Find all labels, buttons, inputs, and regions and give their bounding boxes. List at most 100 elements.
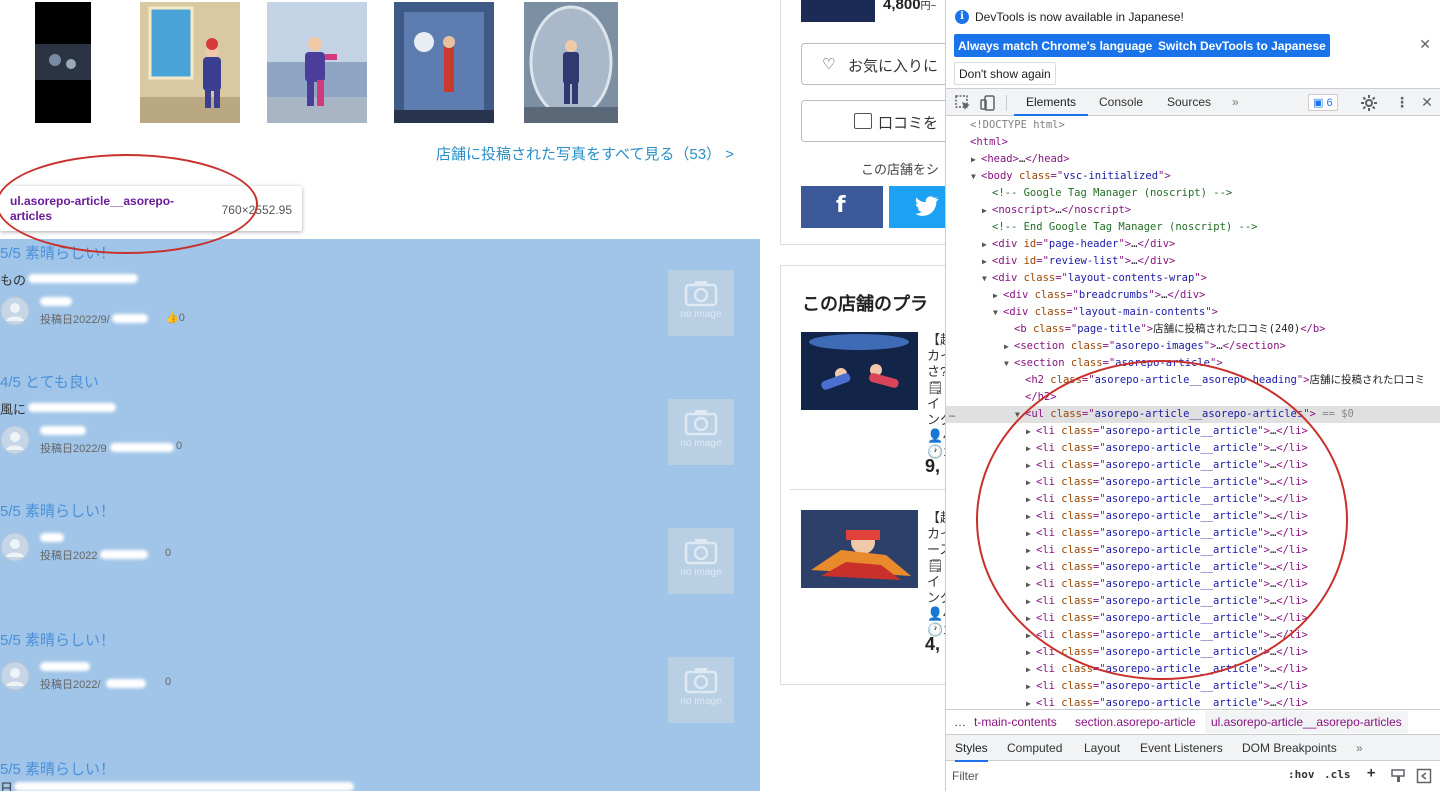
- tab-layout[interactable]: Layout: [1084, 741, 1120, 755]
- dom-node-line[interactable]: <!-- Google Tag Manager (noscript) -->: [946, 185, 1440, 202]
- dom-node-line[interactable]: ▼ <div class="layout-main-contents">: [946, 304, 1440, 321]
- dom-token-val: breadcrumbs: [1078, 289, 1149, 301]
- review-rating[interactable]: 5/5 素晴らしい！: [0, 629, 115, 650]
- dom-node-line[interactable]: ▼ <body class="vsc-initialized">: [946, 168, 1440, 185]
- dom-node-line[interactable]: ▶ <div id="page-header">…</div>: [946, 236, 1440, 253]
- dom-node-line[interactable]: <!-- End Google Tag Manager (noscript) -…: [946, 219, 1440, 236]
- tab-event-listeners[interactable]: Event Listeners: [1140, 741, 1223, 755]
- collapse-triangle-icon[interactable]: ▼: [982, 270, 992, 287]
- dom-node-line[interactable]: ▼ <div class="layout-contents-wrap">: [946, 270, 1440, 287]
- review-rating[interactable]: 5/5 素晴らしい！: [0, 758, 115, 779]
- message-icon: ▣: [1313, 97, 1327, 109]
- plan-2-text[interactable]: 【超カイース🗒イング👤4🕐1: [927, 510, 945, 638]
- plan-thumbnail-1[interactable]: [801, 332, 918, 410]
- review-rating[interactable]: 4/5 とても良い: [0, 371, 99, 392]
- expand-triangle-icon[interactable]: ▶: [982, 253, 992, 270]
- breadcrumb-section[interactable]: section.asorepo-article: [1075, 715, 1196, 729]
- switch-to-japanese-button[interactable]: Switch DevTools to Japanese: [1154, 34, 1330, 57]
- see-all-photos-link[interactable]: 店舗に投稿された写真をすべて見る（53） >: [436, 143, 734, 164]
- tab-computed[interactable]: Computed: [1007, 741, 1062, 755]
- collapse-triangle-icon[interactable]: ▼: [971, 168, 981, 185]
- close-devtools-icon[interactable]: ✕: [1418, 94, 1436, 112]
- gear-icon[interactable]: [1360, 94, 1378, 112]
- dom-token-tag: </section>: [1222, 340, 1286, 352]
- facebook-share-button[interactable]: f: [801, 186, 883, 228]
- more-panes-icon[interactable]: »: [1356, 741, 1363, 755]
- expand-triangle-icon[interactable]: ▶: [1026, 661, 1036, 678]
- tab-sources[interactable]: Sources: [1167, 89, 1211, 116]
- dom-node-line[interactable]: <b class="page-title">店舗に投稿された口コミ(240)</…: [946, 321, 1440, 338]
- plan-thumbnail-2[interactable]: [801, 510, 918, 588]
- dom-node-line[interactable]: ▶ <li class="asorepo-article__article">…<…: [946, 678, 1440, 695]
- paint-brush-icon[interactable]: [1390, 768, 1406, 784]
- photo-thumbnail-3[interactable]: [267, 2, 367, 123]
- close-icon[interactable]: ✕: [1419, 36, 1431, 53]
- node-actions-icon[interactable]: …: [949, 406, 955, 423]
- dom-token-tag: ">: [1296, 374, 1310, 386]
- tab-elements[interactable]: Elements: [1014, 89, 1089, 116]
- dom-node-line[interactable]: <html>: [946, 134, 1440, 151]
- more-options-icon[interactable]: ⋮: [1393, 94, 1411, 112]
- breadcrumb-main-contents[interactable]: t-main-contents: [974, 715, 1057, 729]
- plan-2-price: 4,: [925, 634, 941, 654]
- like-count[interactable]: 0: [165, 547, 171, 559]
- language-infobar: i DevTools is now available in Japanese!…: [946, 0, 1440, 89]
- dom-node-line[interactable]: ▶ <noscript>…</noscript>: [946, 202, 1440, 219]
- dom-node-line[interactable]: ▶ <div class="breadcrumbs">…</div>: [946, 287, 1440, 304]
- tab-dom-breakpoints[interactable]: DOM Breakpoints: [1242, 741, 1337, 755]
- expand-triangle-icon[interactable]: ▶: [982, 202, 992, 219]
- dom-token-tag: =": [1092, 680, 1106, 692]
- photo-thumbnail-1[interactable]: [35, 2, 91, 123]
- always-match-language-button[interactable]: Always match Chrome's language: [954, 34, 1157, 57]
- photo-thumbnail-2[interactable]: [140, 2, 240, 123]
- breadcrumb-ul-current[interactable]: ul.asorepo-article__asorepo-articles: [1205, 711, 1408, 733]
- class-toggle[interactable]: .cls: [1324, 768, 1351, 781]
- photo-thumbnail-4[interactable]: [394, 2, 494, 123]
- like-count[interactable]: 👍0: [165, 311, 185, 324]
- plan-1-text[interactable]: 【超カイさ?🗒イング👤4🕐1: [927, 332, 945, 460]
- favorite-button[interactable]: ♡ お気に入りに: [801, 43, 945, 85]
- dom-node-line[interactable]: ▶ <section class="asorepo-images">…</sect…: [946, 338, 1440, 355]
- dom-node-line[interactable]: ▶ <div id="review-list">…</div>: [946, 253, 1440, 270]
- expand-triangle-icon[interactable]: ▶: [1004, 338, 1014, 355]
- tab-styles[interactable]: Styles: [955, 741, 988, 762]
- device-toolbar-icon[interactable]: [979, 94, 997, 112]
- dom-node-line[interactable]: ▶ <li class="asorepo-article__article">…<…: [946, 695, 1440, 707]
- plan-list-box: [780, 265, 945, 685]
- expand-triangle-icon[interactable]: ▶: [1026, 678, 1036, 695]
- breadcrumb-overflow[interactable]: …: [954, 715, 966, 729]
- twitter-share-button[interactable]: [889, 186, 945, 228]
- photo-thumbnail-5[interactable]: [524, 2, 618, 123]
- like-count[interactable]: 0: [165, 676, 171, 688]
- redaction: [40, 297, 72, 306]
- dom-token-tag: ">: [1257, 697, 1270, 707]
- dom-token-comment: <!-- Google Tag Manager (noscript) -->: [992, 187, 1233, 199]
- dom-token-tag: ">: [1118, 255, 1132, 267]
- dom-token-tag: =": [1066, 306, 1079, 318]
- dom-token-tag: </b>: [1300, 323, 1326, 335]
- dom-token-tag: <div: [1003, 289, 1035, 301]
- dom-node-line[interactable]: <!DOCTYPE html>: [946, 117, 1440, 134]
- dont-show-again-button[interactable]: Don't show again: [954, 62, 1056, 85]
- expand-triangle-icon[interactable]: ▶: [971, 151, 981, 168]
- collapse-triangle-icon[interactable]: ▼: [1004, 355, 1014, 372]
- dom-token-tag: ">: [1140, 323, 1154, 335]
- plan-thumbnail-top[interactable]: [801, 0, 875, 22]
- sidebar-toggle-icon[interactable]: [1416, 768, 1432, 784]
- dom-node-line[interactable]: ▶ <head>…</head>: [946, 151, 1440, 168]
- expand-triangle-icon[interactable]: ▶: [1026, 695, 1036, 707]
- expand-triangle-icon[interactable]: ▶: [993, 287, 1003, 304]
- like-count[interactable]: 0: [176, 440, 182, 452]
- expand-triangle-icon[interactable]: ▶: [982, 236, 992, 253]
- issues-badge[interactable]: ▣ 6: [1308, 94, 1338, 111]
- hover-state-toggle[interactable]: :hov: [1288, 768, 1315, 781]
- more-tabs-icon[interactable]: »: [1232, 89, 1239, 116]
- tab-console[interactable]: Console: [1099, 89, 1143, 116]
- new-style-rule-icon[interactable]: +: [1367, 765, 1375, 781]
- review-rating[interactable]: 5/5 素晴らしい！: [0, 500, 115, 521]
- styles-filter-input[interactable]: Filter: [952, 767, 1277, 786]
- inspect-element-icon[interactable]: [954, 94, 972, 112]
- expand-triangle-icon[interactable]: ▶: [1026, 644, 1036, 661]
- write-review-button[interactable]: 口コミを: [801, 100, 945, 142]
- collapse-triangle-icon[interactable]: ▼: [993, 304, 1003, 321]
